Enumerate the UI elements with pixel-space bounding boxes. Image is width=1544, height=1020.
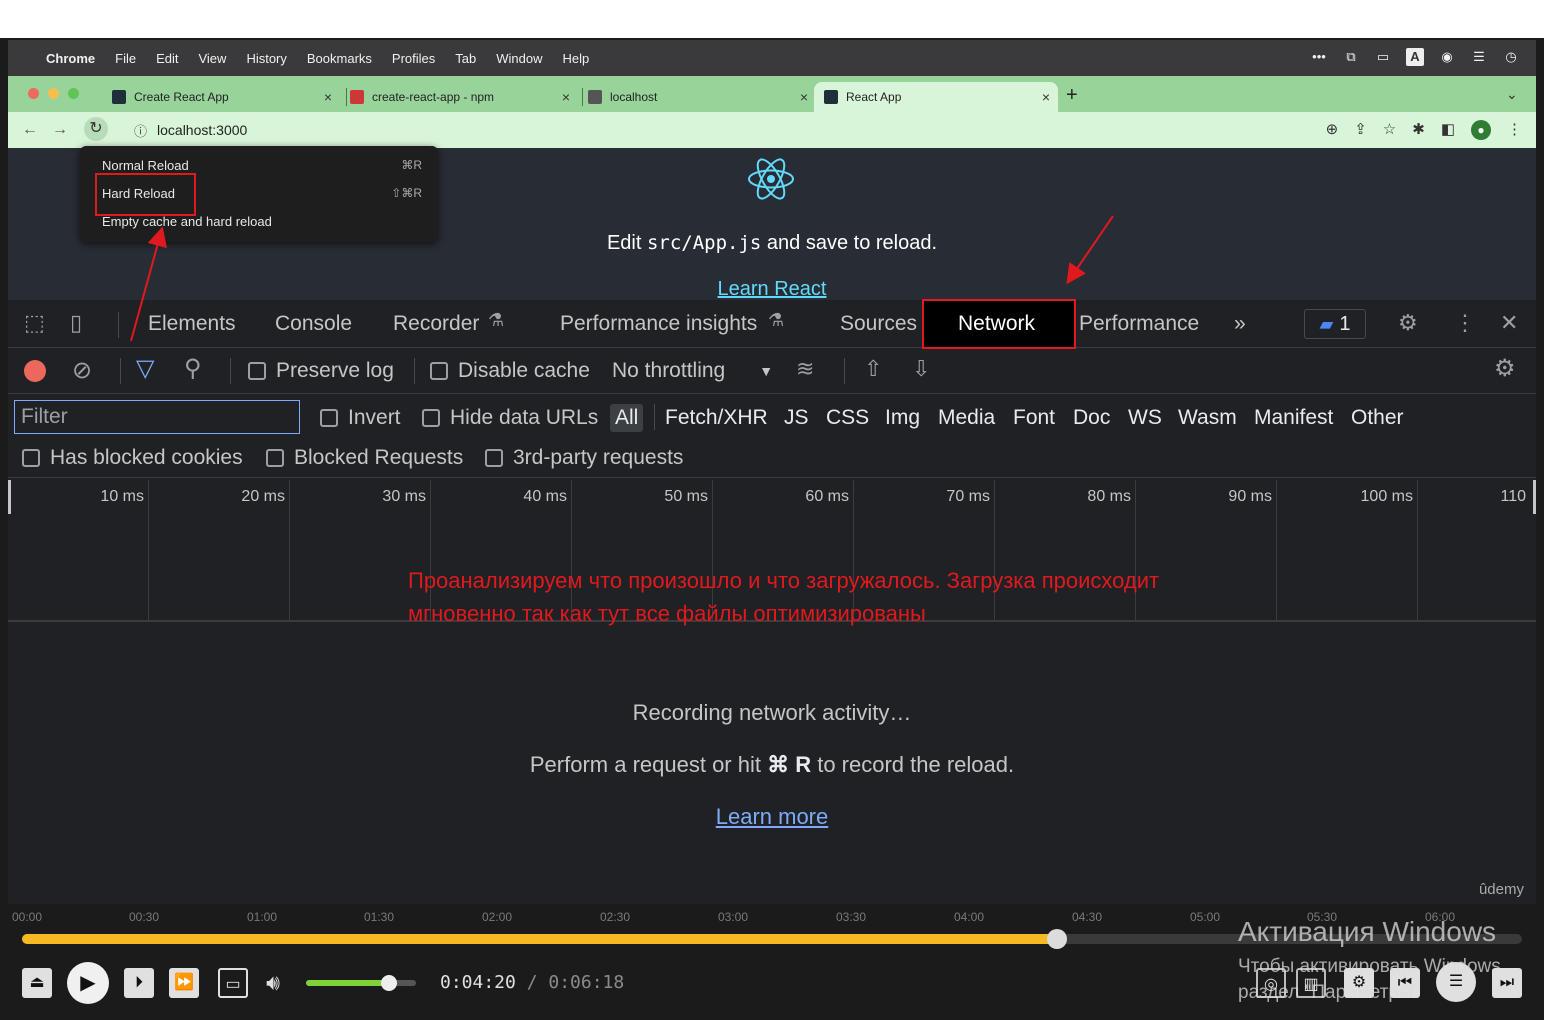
video-player-controls: 00:00 00:30 01:00 01:30 02:00 02:30 03:0… — [0, 904, 1544, 1020]
activation-line: Чтобы активировать Windows — [1238, 956, 1501, 977]
arrow-to-network-tab — [1066, 215, 1114, 285]
player-time-tick: 03:00 — [718, 910, 749, 924]
frame-step-icon[interactable]: ⏵ — [124, 968, 154, 998]
activation-title: Активация Windows — [1238, 916, 1497, 947]
play-button[interactable]: ▶ — [67, 962, 109, 1004]
player-time-tick: 01:00 — [247, 910, 278, 924]
seek-bar-progress — [22, 934, 1057, 944]
volume-speaker-icon[interactable]: 🔊︎ — [258, 968, 288, 998]
player-time-tick: 00:30 — [129, 910, 160, 924]
annotation-arrows — [130, 215, 1114, 342]
player-time-tick: 03:30 — [836, 910, 867, 924]
arrow-to-hard-reload — [130, 226, 167, 342]
total-time: 0:06:18 — [548, 972, 625, 993]
playback-time: 0:04:20 / 0:06:18 — [440, 972, 624, 993]
subtitles-screen-icon[interactable]: ▭ — [218, 968, 248, 998]
player-time-tick: 05:00 — [1190, 910, 1221, 924]
fast-forward-icon[interactable]: ⏩ — [169, 968, 199, 998]
player-time-tick: 01:30 — [364, 910, 395, 924]
time-separator: / — [515, 972, 549, 993]
seek-handle[interactable] — [1047, 929, 1067, 949]
player-time-tick: 00:00 — [12, 910, 43, 924]
activation-line: раздел "Параметры" — [1238, 982, 1420, 1003]
eject-icon[interactable]: ⏏ — [22, 968, 52, 998]
volume-handle[interactable] — [380, 975, 397, 991]
player-time-tick: 02:30 — [600, 910, 631, 924]
current-time: 0:04:20 — [440, 972, 516, 993]
player-time-tick: 04:30 — [1072, 910, 1103, 924]
player-time-tick: 04:00 — [954, 910, 985, 924]
player-time-tick: 02:00 — [482, 910, 513, 924]
windows-activation-watermark: Активация Windows Чтобы активировать Win… — [1238, 916, 1501, 1006]
volume-level — [306, 980, 389, 986]
